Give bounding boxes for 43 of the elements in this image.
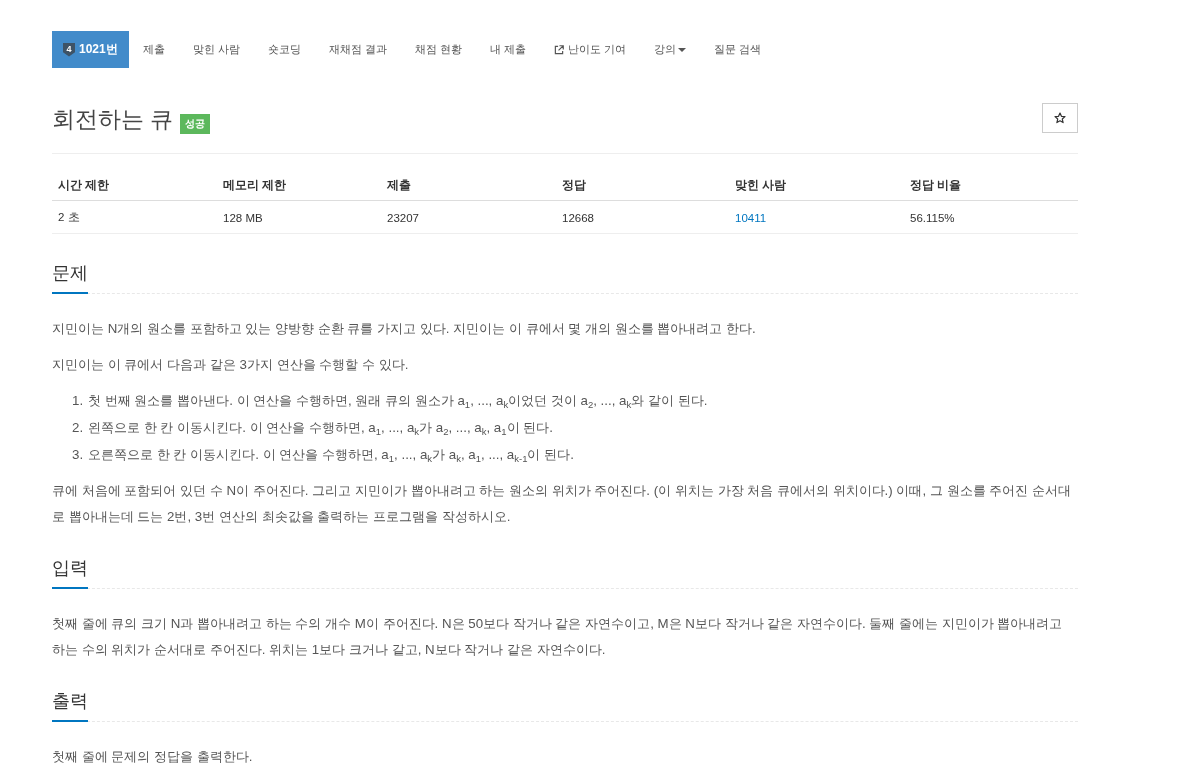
nav-tab[interactable]: 채점 현황 bbox=[400, 31, 476, 68]
section-heading: 출력 bbox=[52, 688, 88, 722]
column-header: 정답 비율 bbox=[910, 179, 962, 191]
table-cell: 128 MB bbox=[223, 211, 263, 224]
nav-tab[interactable]: 난이도 기여 bbox=[539, 31, 640, 68]
nav-tab[interactable]: 제출 bbox=[128, 31, 179, 68]
table-link[interactable]: 10411 bbox=[735, 211, 767, 224]
nav-tab[interactable]: 4 1021번 bbox=[52, 31, 129, 68]
table-cell: 12668 bbox=[562, 211, 594, 224]
favorite-button[interactable] bbox=[1042, 103, 1078, 133]
list-item-text: 왼쪽으로 한 칸 이동시킨다. 이 연산을 수행하면, a$_{1}$, ..., a$_{k}$가 a$_{2}$, ..., a$_{k}$, a$_{1}$이 된다. bbox=[88, 419, 553, 439]
nav-tab[interactable]: 강의 bbox=[640, 31, 700, 68]
nav-tab[interactable]: 질문 검색 bbox=[700, 31, 776, 68]
column-header: 맞힌 사람 bbox=[735, 179, 787, 191]
nav-tab[interactable]: 숏코딩 bbox=[253, 31, 315, 68]
paragraph: 지민이는 N개의 원소를 포함하고 있는 양방향 순환 큐를 가지고 있다. 지민이는 이 큐에서 몇 개의 원소를 뽑아내려고 한다. bbox=[52, 320, 757, 338]
table-cell: 56.115% bbox=[910, 211, 955, 224]
nav-tab[interactable]: 맞힌 사람 bbox=[178, 31, 254, 68]
column-header: 제출 bbox=[387, 179, 411, 191]
problem-title: 회전하는 큐 bbox=[52, 105, 174, 134]
list-item-text: 오른쪽으로 한 칸 이동시킨다. 이 연산을 수행하면, a$_{1}$, ..., a$_{k}$가 a$_{k}$, a$_{1}$, ..., a$_{k-1}$이 된다. bbox=[88, 446, 574, 466]
star-icon bbox=[1054, 112, 1066, 124]
column-header: 정답 bbox=[562, 179, 586, 191]
nav-tab[interactable]: 재채점 결과 bbox=[314, 31, 401, 68]
column-header: 시간 제한 bbox=[58, 179, 110, 191]
status-badge: 성공 bbox=[180, 114, 211, 134]
paragraph: 첫째 줄에 문제의 정답을 출력한다. bbox=[52, 748, 254, 766]
paragraph: 첫째 줄에 큐의 크기 N과 뽑아내려고 하는 수의 개수 M이 주어진다. N은 50보다 작거나 같은 자연수이고, M은 N보다 작거나 같은 자연수이다. 둘째 줄에는 지민이가 뽑아내려고 하는 수의 위치가 순서대로 주어진다. 위치는 1보다 크거나 같고, N보다 작거나 같은 자연수이다. bbox=[52, 615, 1064, 659]
tier-badge: 4 bbox=[63, 42, 75, 57]
list-number: 3. bbox=[72, 446, 84, 464]
list-item-text: 첫 번째 원소를 뽑아낸다. 이 연산을 수행하면, 원래 큐의 원소가 a$_{1}$, ..., a$_{k}$이었던 것이 a$_{2}$, ..., a$_{k}$와 같이 된다. bbox=[88, 392, 708, 412]
list-number: 1. bbox=[72, 392, 84, 410]
external-link-icon bbox=[553, 44, 564, 55]
paragraph: 지민이는 이 큐에서 다음과 같은 3가지 연산을 수행할 수 있다. bbox=[52, 355, 410, 374]
table-cell: 23207 bbox=[387, 211, 419, 224]
list-number: 2. bbox=[72, 419, 84, 437]
table-cell: 2 초 bbox=[58, 211, 80, 223]
caret-icon bbox=[678, 47, 686, 52]
section-heading: 문제 bbox=[52, 260, 88, 294]
paragraph: 큐에 처음에 포함되어 있던 수 N이 주어진다. 그리고 지민이가 뽑아내려고 하는 원소의 위치가 주어진다. (이 위치는 가장 처음 큐에서의 위치이다.) 이때, 그 원소를 주어진 순서대로 뽑아내는데 드는 2번, 3번 연산의 최솟값을 출력하는 프로그램을 작성하시오. bbox=[52, 482, 1072, 526]
column-header: 메모리 제한 bbox=[223, 179, 287, 191]
nav-tab[interactable]: 내 제출 bbox=[475, 31, 540, 68]
section-heading: 입력 bbox=[52, 555, 88, 589]
